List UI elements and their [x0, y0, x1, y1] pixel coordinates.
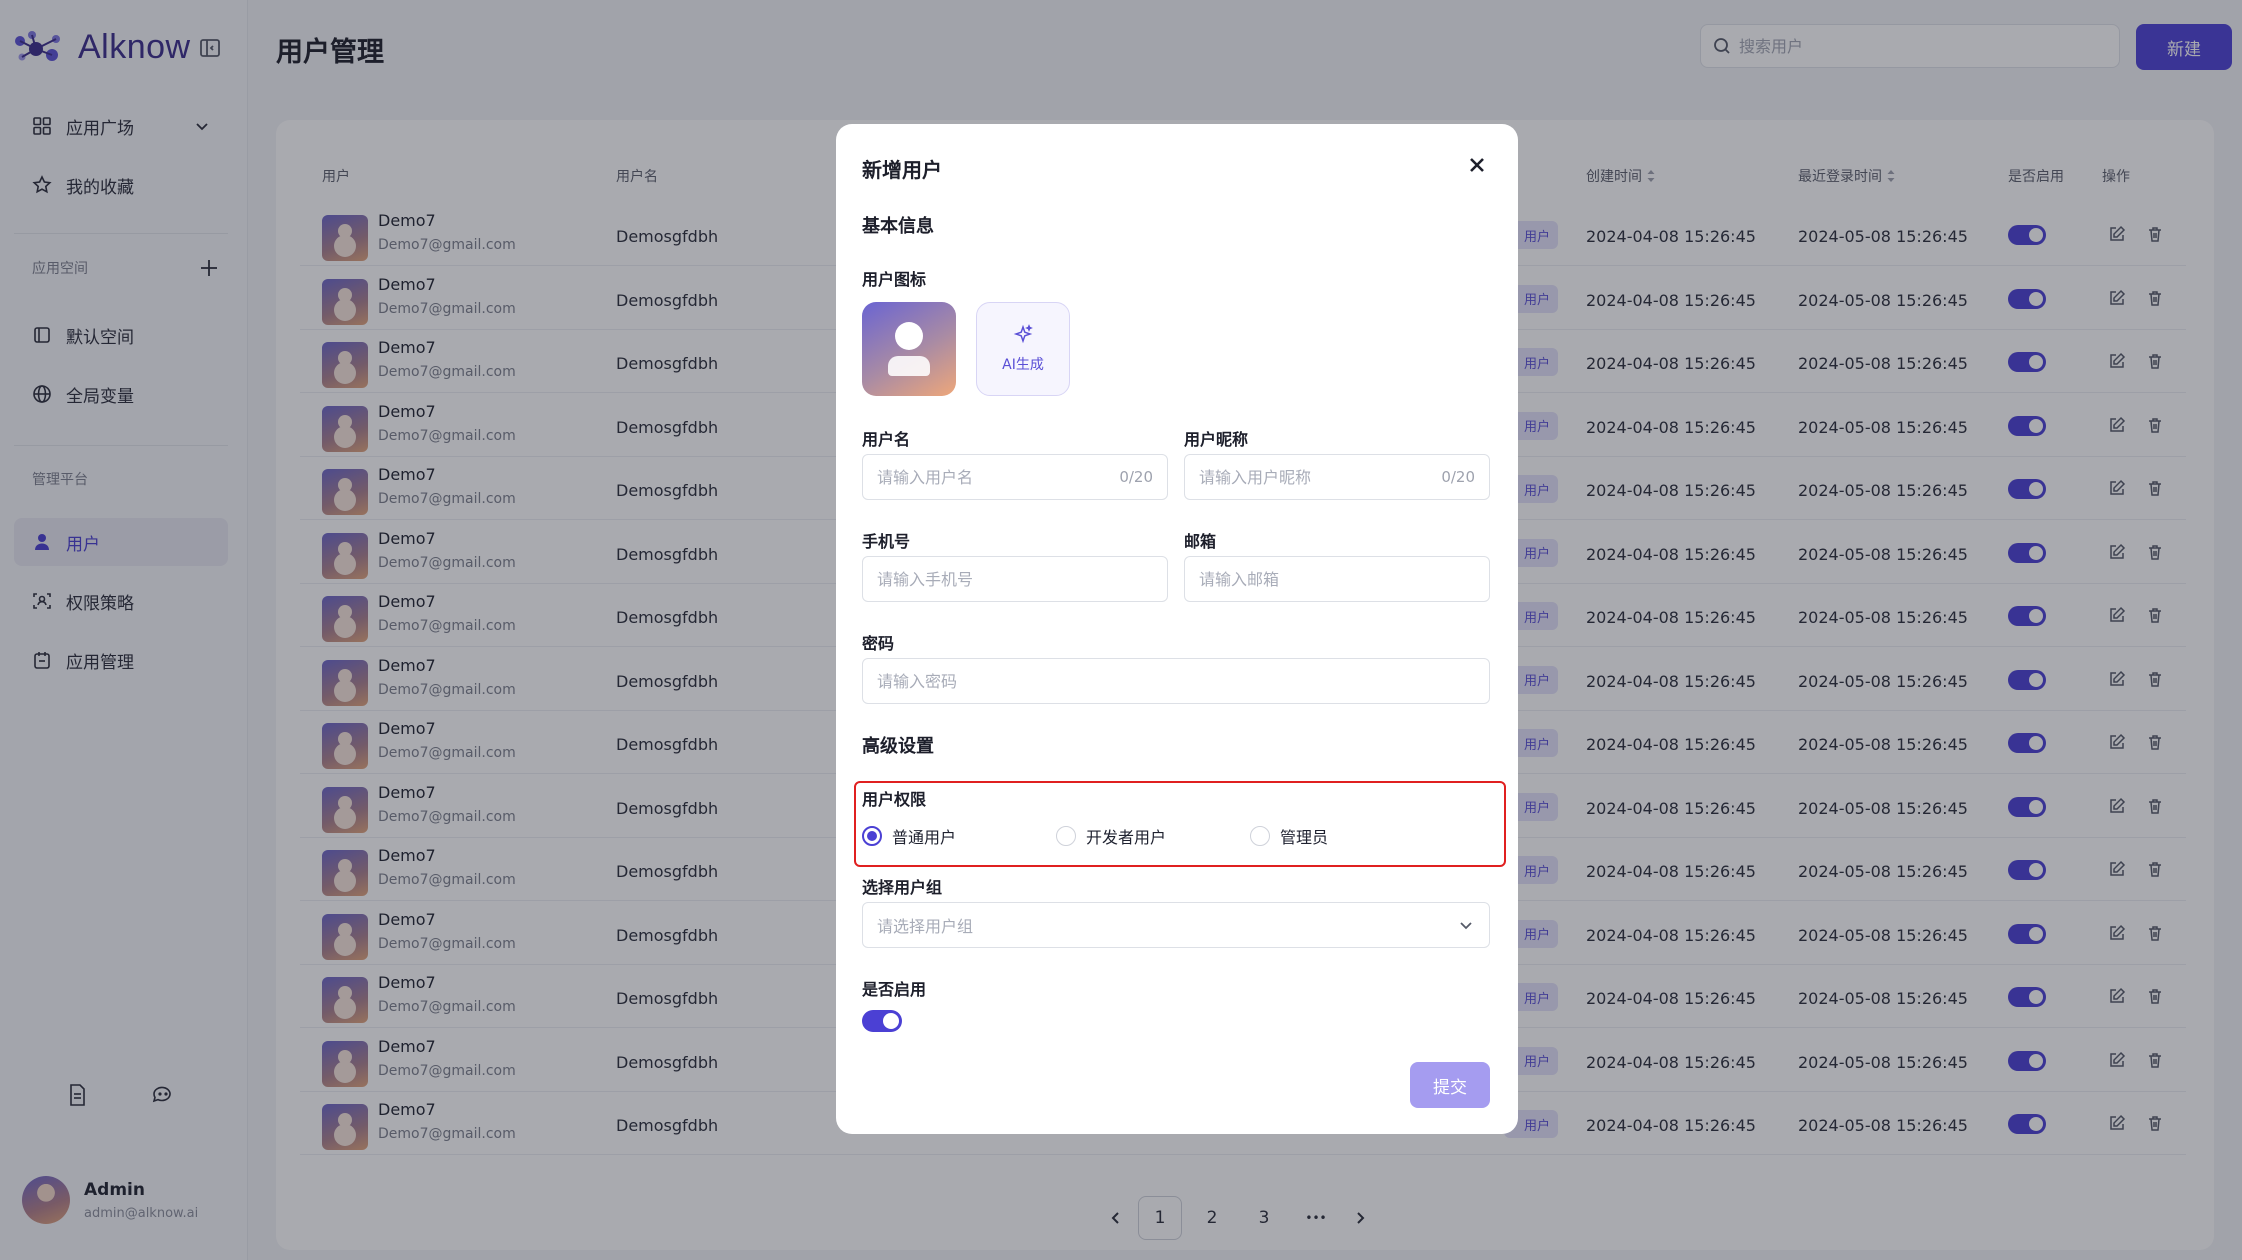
- radio-label: 管理员: [1280, 828, 1329, 847]
- label-email: 邮箱: [1184, 532, 1217, 551]
- char-counter: 0/20: [1119, 468, 1153, 486]
- radio-button-checked[interactable]: [862, 826, 882, 846]
- dialog-title: 新增用户: [862, 158, 942, 182]
- radio-label: 开发者用户: [1086, 828, 1167, 847]
- radio-button[interactable]: [1056, 826, 1076, 846]
- chevron-down-icon: [1460, 922, 1472, 930]
- user-group-select[interactable]: 请选择用户组: [862, 902, 1490, 948]
- radio-admin[interactable]: 管理员: [1250, 824, 1328, 848]
- nickname-input[interactable]: [1199, 467, 1442, 487]
- phone-input[interactable]: [877, 569, 1153, 589]
- section-basic-info: 基本信息: [862, 216, 934, 237]
- close-icon[interactable]: [1466, 154, 1488, 176]
- radio-developer-user[interactable]: 开发者用户: [1056, 824, 1166, 848]
- ai-generate-label: AI生成: [1002, 357, 1044, 373]
- select-placeholder: 请选择用户组: [877, 917, 974, 936]
- radio-button[interactable]: [1250, 826, 1270, 846]
- label-password: 密码: [862, 634, 895, 653]
- enabled-switch[interactable]: [862, 1010, 902, 1032]
- label-user-icon: 用户图标: [862, 270, 927, 289]
- label-phone: 手机号: [862, 532, 911, 551]
- label-nickname: 用户昵称: [1184, 430, 1249, 449]
- user-icon-preview[interactable]: [862, 302, 956, 396]
- label-username: 用户名: [862, 430, 911, 449]
- email-input[interactable]: [1199, 569, 1475, 589]
- label-enabled: 是否启用: [862, 980, 927, 999]
- username-input[interactable]: [877, 467, 1120, 487]
- label-permission: 用户权限: [862, 790, 927, 809]
- email-field[interactable]: [1184, 556, 1490, 602]
- password-input[interactable]: [877, 671, 1475, 691]
- ai-generate-button[interactable]: AI生成: [976, 302, 1070, 396]
- char-counter: 0/20: [1441, 468, 1475, 486]
- nickname-field[interactable]: 0/20: [1184, 454, 1490, 500]
- section-advanced: 高级设置: [862, 736, 934, 757]
- new-user-dialog: 新增用户 基本信息 用户图标 AI生成 用户名 0/20 用户昵称 0/20 手…: [836, 124, 1518, 1134]
- radio-normal-user[interactable]: 普通用户: [862, 824, 956, 848]
- radio-label: 普通用户: [892, 828, 957, 847]
- phone-field[interactable]: [862, 556, 1168, 602]
- password-field[interactable]: [862, 658, 1490, 704]
- sparkle-icon: [1013, 324, 1033, 344]
- label-user-group: 选择用户组: [862, 878, 943, 897]
- submit-button[interactable]: 提交: [1410, 1062, 1490, 1108]
- username-field[interactable]: 0/20: [862, 454, 1168, 500]
